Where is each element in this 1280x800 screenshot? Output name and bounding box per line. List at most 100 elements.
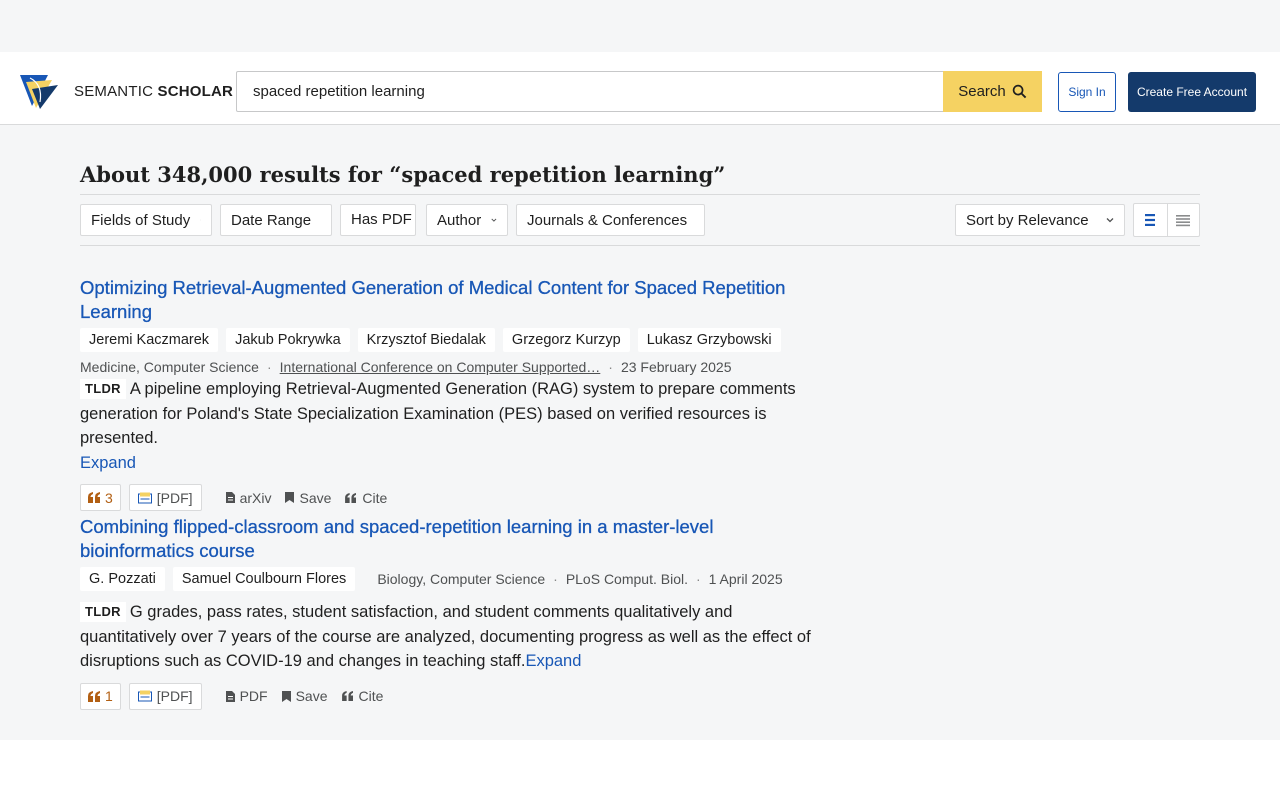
compact-view-button[interactable] <box>1166 204 1200 236</box>
quote-icon <box>88 492 100 503</box>
cite-label: Cite <box>358 688 384 704</box>
search-button[interactable]: Search <box>943 71 1042 112</box>
filter-date-range[interactable]: Date Range <box>220 204 332 236</box>
tldr-badge: TLDR <box>80 602 126 622</box>
paper-title-line: bioinformatics course <box>80 540 255 561</box>
filter-fields-of-study[interactable]: Fields of Study <box>80 204 212 236</box>
separator-dot: · <box>608 359 613 375</box>
expand-link[interactable]: Expand <box>80 454 136 472</box>
document-icon <box>225 690 235 702</box>
search-input[interactable] <box>237 72 943 111</box>
paper-title-line: Combining flipped-classroom and spaced-r… <box>80 516 714 537</box>
paper-title-line: Learning <box>80 301 153 322</box>
chevron-down-icon <box>1106 218 1114 223</box>
citation-count[interactable]: 1 <box>80 682 121 710</box>
source-link[interactable]: arXiv <box>225 489 272 506</box>
filter-label: Has PDF <box>351 211 412 228</box>
pdf-button[interactable]: [PDF] <box>128 682 202 710</box>
pdf-label: [PDF] <box>156 688 193 704</box>
paper-card: Optimizing Retrieval-Augmented Generatio… <box>80 276 830 511</box>
author-chip[interactable]: Jakub Pokrywka <box>226 328 350 352</box>
tldr-abstract: TLDR A pipeline employing Retrieval-Augme… <box>80 377 830 475</box>
list-view-button[interactable] <box>1134 204 1167 236</box>
publication-date: 23 February 2025 <box>620 359 732 375</box>
author-list: Jeremi Kaczmarek Jakub Pokrywka Krzyszto… <box>80 328 830 352</box>
pdf-label: [PDF] <box>156 489 193 506</box>
filter-has-pdf[interactable]: Has PDF <box>340 204 416 236</box>
tldr-abstract: TLDR G grades, pass rates, student satisf… <box>80 600 830 674</box>
sort-select[interactable]: Sort by Relevance <box>955 204 1125 236</box>
view-toggle <box>1133 203 1200 237</box>
tldr-text: A pipeline employing Retrieval-Augmented… <box>80 380 796 447</box>
chevron-down-icon <box>200 219 201 221</box>
save-button[interactable]: Save <box>285 490 331 506</box>
source-link[interactable]: PDF <box>225 688 268 704</box>
page: SEMANTIC SCHOLAR Search Sign In Create F… <box>0 0 1280 740</box>
filter-author[interactable]: Author <box>426 204 508 236</box>
semantic-scholar-logo[interactable]: SEMANTIC SCHOLAR <box>18 72 233 110</box>
filter-label: Journals & Conferences <box>527 211 688 229</box>
fields-of-study: Medicine, Computer Science <box>80 359 259 375</box>
cite-label: Cite <box>362 489 388 506</box>
search-bar: Search <box>236 71 1042 112</box>
author-chip[interactable]: Grzegorz Kurzyp <box>502 328 630 352</box>
search-icon <box>1012 84 1027 99</box>
paper-card: Combining flipped-classroom and spaced-r… <box>80 515 830 710</box>
logo-text-bold: SCHOLAR <box>157 82 234 100</box>
bookmark-icon <box>285 492 295 503</box>
paper-title[interactable]: Optimizing Retrieval-Augmented Generatio… <box>80 276 830 324</box>
save-button[interactable]: Save <box>281 688 328 704</box>
divider <box>80 245 1200 246</box>
chevron-down-icon <box>491 218 497 222</box>
author-chip[interactable]: Krzysztof Biedalak <box>357 328 495 352</box>
separator-dot: · <box>553 571 558 587</box>
source-label: arXiv <box>239 489 272 506</box>
expand-link[interactable]: Expand <box>525 652 581 670</box>
pdf-reader-icon <box>137 690 152 702</box>
cite-button[interactable]: Cite <box>345 490 387 506</box>
author-list: G. Pozzati Samuel Coulbourn Flores Biolo… <box>80 567 830 591</box>
author-chip[interactable]: Jeremi Kaczmarek <box>80 328 219 352</box>
list-view-icon <box>1145 214 1156 226</box>
author-chip[interactable]: G. Pozzati <box>80 567 165 591</box>
save-label: Save <box>295 688 328 704</box>
pdf-reader-icon <box>137 492 152 503</box>
sort-label: Sort by Relevance <box>966 211 1089 229</box>
save-label: Save <box>299 489 332 506</box>
paper-meta: Biology, Computer Science · PLoS Comput. B… <box>377 571 782 587</box>
paper-actions: 1 [PDF] PDF Save Cite <box>80 682 830 710</box>
logo-text: SEMANTIC SCHOLAR <box>74 83 233 100</box>
sign-in-button[interactable]: Sign In <box>1058 72 1116 112</box>
tldr-badge: TLDR <box>80 379 126 399</box>
citation-count[interactable]: 3 <box>80 484 121 511</box>
author-chip[interactable]: Lukasz Grzybowski <box>637 328 781 352</box>
divider <box>80 194 1200 195</box>
citation-number: 3 <box>105 489 113 506</box>
venue-name: PLoS Comput. Biol. <box>565 571 688 587</box>
paper-title[interactable]: Combining flipped-classroom and spaced-r… <box>80 515 830 563</box>
cite-button[interactable]: Cite <box>341 688 384 704</box>
paper-actions: 3 [PDF] arXiv Save Cite <box>80 484 830 511</box>
results-heading: About 348,000 results for “spaced repeti… <box>80 162 726 187</box>
bottom-blank-area <box>0 740 1280 800</box>
venue-link[interactable]: International Conference on Computer Sup… <box>280 359 601 375</box>
quote-icon <box>88 690 100 702</box>
logo-icon <box>20 75 58 109</box>
filter-label: Date Range <box>231 211 312 229</box>
top-header: SEMANTIC SCHOLAR Search Sign In Create F… <box>0 52 1280 125</box>
compact-view-icon <box>1176 215 1191 227</box>
quote-icon <box>341 691 353 701</box>
filter-label: Author <box>437 211 482 229</box>
tldr-text: G grades, pass rates, student satisfacti… <box>80 603 811 670</box>
quote-icon <box>345 492 357 503</box>
separator-dot: · <box>695 571 701 587</box>
search-button-label: Search <box>958 83 1006 100</box>
author-chip[interactable]: Samuel Coulbourn Flores <box>172 567 356 591</box>
bookmark-icon <box>281 690 291 702</box>
create-account-button[interactable]: Create Free Account <box>1128 72 1256 112</box>
citation-number: 1 <box>105 688 113 704</box>
source-label: PDF <box>239 688 268 704</box>
pdf-button[interactable]: [PDF] <box>128 484 202 511</box>
filter-journals-conferences[interactable]: Journals & Conferences <box>516 204 705 236</box>
fields-of-study: Biology, Computer Science <box>377 571 546 587</box>
